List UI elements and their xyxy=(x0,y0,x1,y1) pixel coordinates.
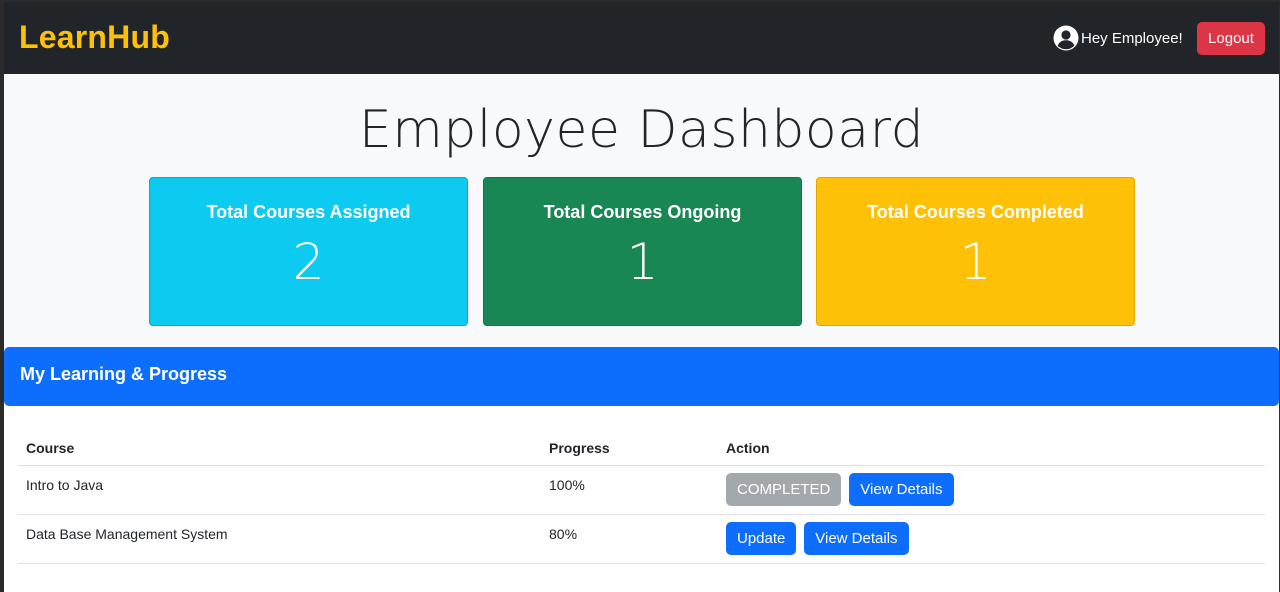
stat-value: 2 xyxy=(292,233,325,291)
stat-value: 1 xyxy=(959,233,992,291)
stat-card-assigned: Total Courses Assigned 2 xyxy=(149,177,468,326)
view-details-button[interactable]: View Details xyxy=(804,521,909,555)
logout-button[interactable]: Logout xyxy=(1197,22,1265,55)
page-title: Employee Dashboard xyxy=(358,100,925,160)
view-details-button[interactable]: View Details xyxy=(849,472,954,506)
brand-logo[interactable]: LearnHub xyxy=(19,19,170,56)
courses-table: Course Progress Action Intro to Java 100… xyxy=(18,431,1265,564)
stat-label: Total Courses Assigned xyxy=(206,202,411,222)
learning-progress-header: My Learning & Progress xyxy=(4,347,1279,406)
user-circle-icon xyxy=(1053,25,1079,51)
learning-progress-panel: My Learning & Progress Course Progress A… xyxy=(4,347,1279,592)
stat-card-ongoing: Total Courses Ongoing 1 xyxy=(483,177,802,326)
course-progress: 100% xyxy=(541,465,718,515)
stat-label: Total Courses Ongoing xyxy=(543,202,742,222)
table-row: Intro to Java 100% COMPLETED View Detail… xyxy=(18,465,1265,515)
stat-value: 1 xyxy=(626,233,659,291)
course-actions: Update View Details xyxy=(718,514,1265,564)
completed-status-button[interactable]: COMPLETED xyxy=(726,472,842,506)
user-menu: Hey Employee! xyxy=(1053,24,1183,52)
column-header-progress: Progress xyxy=(541,431,718,466)
top-navbar: LearnHub Hey Employee! Logout xyxy=(4,2,1279,74)
stat-label: Total Courses Completed xyxy=(867,202,1084,222)
app-window: LearnHub Hey Employee! Logout Employee D… xyxy=(4,2,1279,592)
course-name: Intro to Java xyxy=(18,465,541,515)
table-row: Data Base Management System 80% Update V… xyxy=(18,514,1265,564)
user-greeting: Hey Employee! xyxy=(1081,29,1183,47)
course-actions: COMPLETED View Details xyxy=(718,465,1265,515)
column-header-course: Course xyxy=(18,431,541,466)
course-progress: 80% xyxy=(541,514,718,564)
table-header-row: Course Progress Action xyxy=(18,431,1265,466)
update-button[interactable]: Update xyxy=(726,521,797,555)
stat-card-completed: Total Courses Completed 1 xyxy=(816,177,1135,326)
course-name: Data Base Management System xyxy=(18,514,541,564)
column-header-action: Action xyxy=(718,431,1265,466)
